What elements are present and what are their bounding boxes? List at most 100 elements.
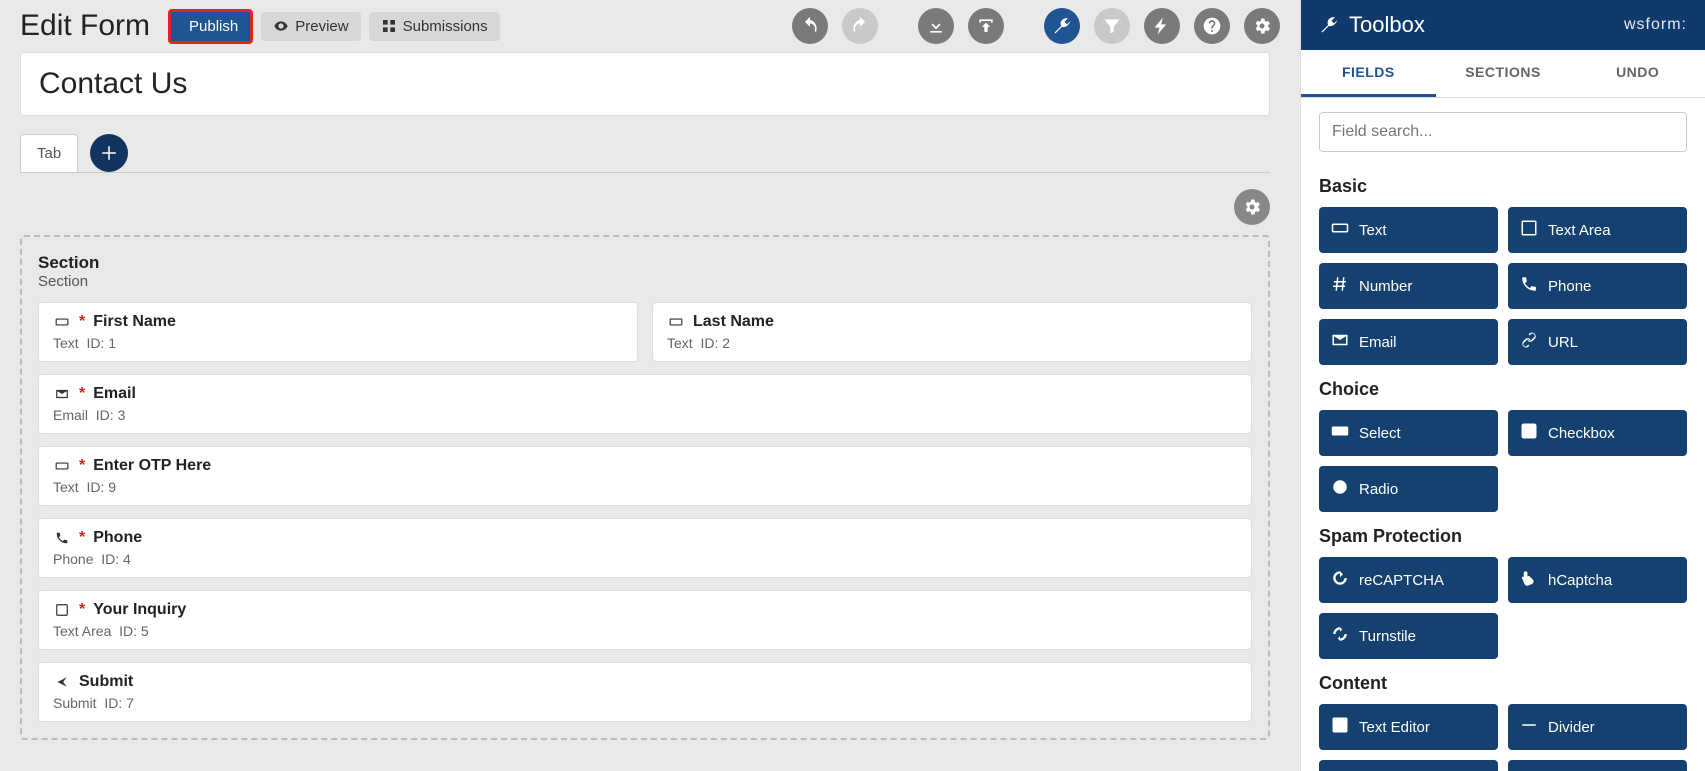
settings-button[interactable] [1244, 8, 1280, 44]
field-type-label: Text [1359, 222, 1387, 239]
toolbox-header: Toolbox wsform: [1301, 0, 1705, 50]
field-label: Email [93, 385, 136, 403]
field-label: Submit [79, 673, 133, 691]
field-type-label: Text Editor [1359, 719, 1430, 736]
text-icon [667, 315, 685, 329]
editor-icon [1331, 716, 1349, 738]
help-button[interactable] [1194, 8, 1230, 44]
upload-alt-icon [976, 16, 996, 36]
phone-icon [1520, 275, 1538, 297]
field-type-url[interactable]: URL [1508, 319, 1687, 365]
plus-icon [100, 144, 118, 162]
canvas: Tab Section Section *First NameText ID: … [0, 52, 1300, 771]
field-type-recaptcha[interactable]: reCAPTCHA [1319, 557, 1498, 603]
select-icon [1331, 422, 1349, 444]
field-label: Phone [93, 529, 142, 547]
grid-icon [381, 18, 397, 34]
field-label: Your Inquiry [93, 601, 186, 619]
field-meta: Submit ID: 7 [53, 695, 1237, 711]
field-type-number[interactable]: Number [1319, 263, 1498, 309]
brand-logo: wsform: [1624, 16, 1687, 34]
tab-sections[interactable]: SECTIONS [1436, 50, 1571, 97]
field-type-label: Phone [1548, 278, 1591, 295]
toolbox-sidebar: Toolbox wsform: FIELDS SECTIONS UNDO Bas… [1300, 0, 1705, 771]
submissions-button[interactable]: Submissions [369, 12, 500, 41]
group-title: Choice [1319, 379, 1687, 400]
undo-icon [800, 16, 820, 36]
bolt-button[interactable] [1144, 8, 1180, 44]
field-type-select[interactable]: Select [1319, 410, 1498, 456]
tab-undo[interactable]: UNDO [1570, 50, 1705, 97]
field-type-turnstile[interactable]: Turnstile [1319, 613, 1498, 659]
field-email[interactable]: *EmailEmail ID: 3 [38, 374, 1252, 434]
email-icon [53, 387, 71, 401]
submissions-label: Submissions [403, 18, 488, 35]
field-type-radio[interactable]: Radio [1319, 466, 1498, 512]
tab-fields[interactable]: FIELDS [1301, 50, 1436, 97]
filter-button[interactable] [1094, 8, 1130, 44]
tab[interactable]: Tab [20, 134, 78, 172]
toolbox-tabs: FIELDS SECTIONS UNDO [1301, 50, 1705, 98]
field-type-note[interactable]: Note [1508, 760, 1687, 771]
phone-icon [53, 531, 71, 545]
field-type-email[interactable]: Email [1319, 319, 1498, 365]
add-tab-button[interactable] [90, 134, 128, 172]
field-type-text-editor[interactable]: Text Editor [1319, 704, 1498, 750]
section-subtitle: Section [38, 273, 1252, 290]
field-type-phone[interactable]: Phone [1508, 263, 1687, 309]
eye-icon [273, 18, 289, 34]
toolbox-title: Toolbox [1349, 12, 1614, 38]
field-meta: Email ID: 3 [53, 407, 1237, 423]
hcaptcha-icon [1520, 569, 1538, 591]
redo-icon [850, 16, 870, 36]
section-settings-button[interactable] [1234, 189, 1270, 225]
group-title: Content [1319, 673, 1687, 694]
radio-icon [1331, 478, 1349, 500]
section[interactable]: Section Section *First NameText ID: 1Las… [20, 235, 1270, 740]
tabs-row: Tab [20, 134, 1270, 173]
field-first-name[interactable]: *First NameText ID: 1 [38, 302, 638, 362]
field-submit[interactable]: Submit Submit ID: 7 [38, 662, 1252, 722]
text-icon [53, 459, 71, 473]
question-icon [1202, 16, 1222, 36]
download-icon [926, 16, 946, 36]
field-meta: Phone ID: 4 [53, 551, 1237, 567]
field-type-spacer[interactable]: Spacer [1319, 760, 1498, 771]
field-meta: Text Area ID: 5 [53, 623, 1237, 639]
field-type-text-area[interactable]: Text Area [1508, 207, 1687, 253]
section-settings-row [20, 183, 1270, 235]
publish-button[interactable]: Publish [168, 9, 253, 44]
form-title-input[interactable] [20, 52, 1270, 116]
field-type-label: Divider [1548, 719, 1595, 736]
upload-button[interactable] [968, 8, 1004, 44]
field-label: Last Name [693, 313, 774, 331]
field-meta: Text ID: 9 [53, 479, 1237, 495]
field-your-inquiry[interactable]: *Your InquiryText Area ID: 5 [38, 590, 1252, 650]
required-indicator: * [79, 313, 85, 331]
field-last-name[interactable]: Last NameText ID: 2 [652, 302, 1252, 362]
field-type-label: URL [1548, 334, 1578, 351]
field-type-divider[interactable]: Divider [1508, 704, 1687, 750]
field-label: First Name [93, 313, 176, 331]
field-search-input[interactable] [1319, 112, 1687, 152]
download-button[interactable] [918, 8, 954, 44]
required-indicator: * [79, 529, 85, 547]
field-type-text[interactable]: Text [1319, 207, 1498, 253]
field-phone[interactable]: * Phone Phone ID: 4 [38, 518, 1252, 578]
group-title: Basic [1319, 176, 1687, 197]
recaptcha-icon [1331, 569, 1349, 591]
field-type-checkbox[interactable]: Checkbox [1508, 410, 1687, 456]
tools-button[interactable] [1044, 8, 1080, 44]
redo-button[interactable] [842, 8, 878, 44]
undo-button[interactable] [792, 8, 828, 44]
wrench-icon [1052, 16, 1072, 36]
hash-icon [1331, 275, 1349, 297]
publish-label: Publish [189, 18, 238, 35]
field-enter-otp-here[interactable]: *Enter OTP HereText ID: 9 [38, 446, 1252, 506]
field-type-hcaptcha[interactable]: hCaptcha [1508, 557, 1687, 603]
link-icon [1520, 331, 1538, 353]
field-type-label: Turnstile [1359, 628, 1416, 645]
tools-icon [1319, 15, 1339, 35]
preview-button[interactable]: Preview [261, 12, 360, 41]
field-label: Enter OTP Here [93, 457, 211, 475]
